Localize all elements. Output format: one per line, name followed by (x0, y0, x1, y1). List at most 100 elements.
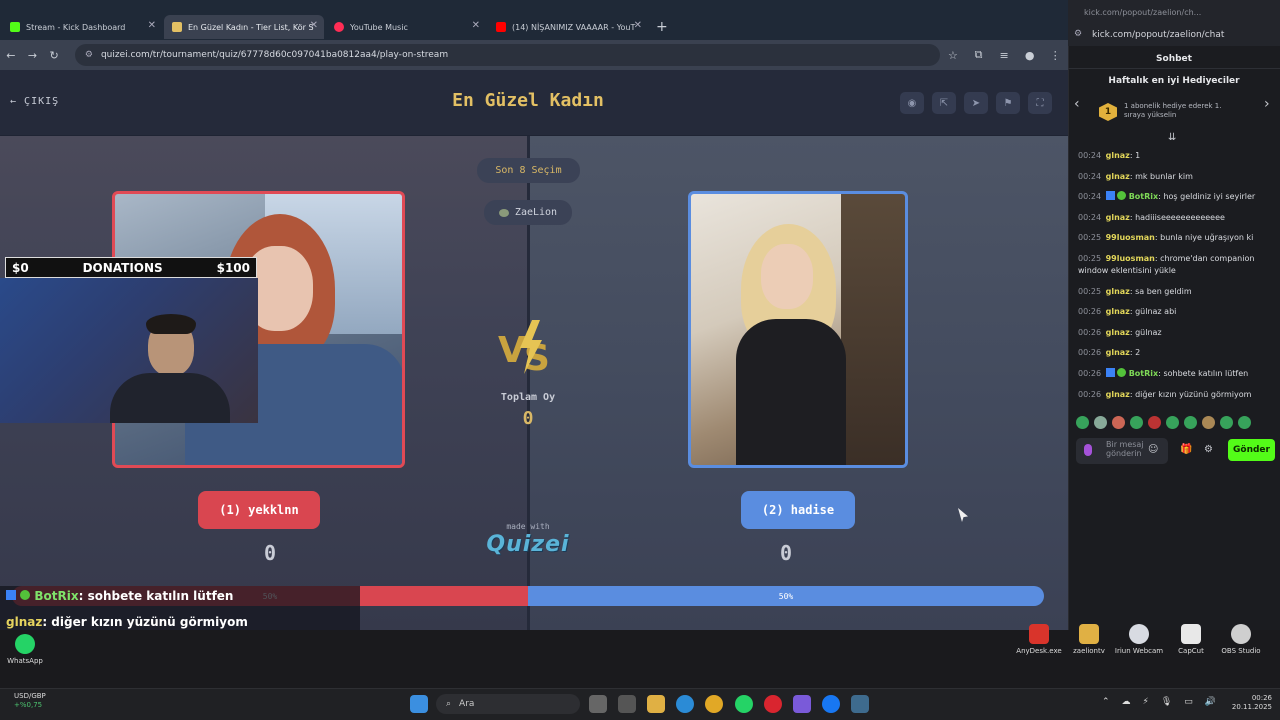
extensions-icon[interactable]: ⧉ (966, 48, 992, 62)
message-user[interactable]: 99luosman (1106, 254, 1155, 263)
emote-icon[interactable] (1148, 416, 1161, 429)
anydesk-desktop-icon[interactable]: AnyDesk.exe (1014, 624, 1064, 655)
facebook-icon[interactable] (822, 695, 840, 713)
emote-icon[interactable] (1238, 416, 1251, 429)
chevron-right-icon[interactable]: › (1264, 96, 1270, 112)
message-user[interactable]: glnaz (1106, 287, 1130, 296)
whatsapp-desktop-icon[interactable]: WhatsApp (0, 634, 50, 665)
message-text: bunla niye uğraşıyon ki (1160, 233, 1254, 243)
header-actions: ◉ ⇱ ➤ ⚑ ⛶ (900, 92, 1052, 114)
tune-icon[interactable]: ⚙ (1074, 29, 1082, 39)
pin-icon[interactable]: ⇊ (1168, 132, 1176, 143)
taskbar-search[interactable]: ⌕ Ara (436, 694, 580, 714)
stock-ticker[interactable]: USD/GBP +%0,75 (14, 692, 46, 710)
emote-icon[interactable] (1166, 416, 1179, 429)
message-text: hoş geldiniz iyi seyirler (1163, 192, 1256, 202)
emote-icon[interactable] (1184, 416, 1197, 429)
share-icon[interactable]: ⇱ (932, 92, 956, 114)
battery-icon[interactable]: ▭ (1184, 697, 1193, 707)
fullscreen-icon[interactable]: ⛶ (1028, 92, 1052, 114)
close-icon[interactable]: ✕ (310, 20, 318, 31)
chevron-left-icon[interactable]: ‹ (1074, 96, 1080, 112)
close-icon[interactable]: ✕ (472, 20, 480, 31)
vote-left-button[interactable]: (1) yekklnn (198, 491, 320, 529)
emote-icon[interactable] (1076, 416, 1089, 429)
message-time: 00:26 (1078, 307, 1102, 317)
iriun-desktop-icon[interactable]: Iriun Webcam (1114, 624, 1164, 655)
message-user[interactable]: BotRix (1129, 192, 1158, 201)
message-user[interactable]: glnaz (1106, 307, 1130, 316)
media-player-icon[interactable] (793, 695, 811, 713)
eye-icon[interactable]: ◉ (900, 92, 924, 114)
message-user[interactable]: 99luosman (1106, 233, 1155, 242)
emote-icon[interactable] (1130, 416, 1143, 429)
close-icon[interactable]: ✕ (634, 20, 642, 31)
volume-icon[interactable]: 🔊 (1205, 697, 1216, 707)
task-view-icon[interactable] (589, 695, 607, 713)
profile-icon[interactable]: ● (1017, 49, 1043, 62)
close-icon[interactable]: ✕ (148, 20, 156, 31)
forward-icon[interactable]: → (22, 49, 44, 62)
message-user[interactable]: glnaz (1106, 151, 1130, 160)
message-user[interactable]: glnaz (1106, 348, 1130, 357)
chat-message: 00:25 99luosman: chrome'dan companion wi… (1078, 253, 1255, 275)
whatsapp-taskbar-icon[interactable] (735, 695, 753, 713)
zaeliontv-desktop-icon[interactable]: zaeliontv (1064, 624, 1114, 655)
message-user[interactable]: glnaz (1106, 390, 1130, 399)
emote-icon[interactable] (1112, 416, 1125, 429)
chat-message: 00:24 BotRix: hoş geldiniz iyi seyirler (1078, 191, 1256, 202)
edge-icon[interactable] (676, 695, 694, 713)
file-explorer-icon[interactable] (647, 695, 665, 713)
message-user[interactable]: BotRix (1129, 369, 1158, 378)
chat-message: 00:25 glnaz: sa ben geldim (1078, 286, 1192, 296)
mic-icon[interactable] (1084, 444, 1092, 456)
gift-icon[interactable]: 🎁 (1180, 444, 1192, 455)
settings-icon[interactable]: ⚙ (1204, 444, 1213, 455)
back-icon[interactable]: ← (0, 49, 22, 62)
tab-quizei[interactable]: En Güzel Kadın - Tier List, Kör S ✕ (164, 15, 324, 39)
message-user[interactable]: glnaz (1106, 172, 1130, 181)
window-top-strip (0, 0, 1068, 14)
steam-icon[interactable] (851, 695, 869, 713)
network-icon[interactable]: ⚡ (1143, 697, 1149, 707)
send-icon[interactable]: ➤ (964, 92, 988, 114)
media-icon[interactable]: ≡ (991, 49, 1017, 62)
chevron-up-icon[interactable]: ⌃ (1102, 697, 1110, 707)
clock[interactable]: 00:26 20.11.2025 (1232, 694, 1272, 712)
vote-right-button[interactable]: (2) hadise (741, 491, 855, 529)
flag-icon[interactable]: ⚑ (996, 92, 1020, 114)
obs-desktop-icon[interactable]: OBS Studio (1216, 624, 1266, 655)
emote-icon[interactable] (1094, 416, 1107, 429)
tab-youtube[interactable]: (14) NİŞANIMIZ VAAAAR - YouT ✕ (488, 15, 648, 39)
chat-message: 00:24 glnaz: mk bunlar kim (1078, 171, 1193, 181)
reload-icon[interactable]: ↻ (43, 49, 65, 62)
emote-icon[interactable] (1202, 416, 1215, 429)
progress-right: 50% (528, 586, 1044, 606)
capcut-desktop-icon[interactable]: CapCut (1166, 624, 1216, 655)
menu-icon[interactable]: ⋮ (1042, 49, 1068, 62)
tab-youtube-music[interactable]: YouTube Music ✕ (326, 15, 486, 39)
tab-kick-dashboard[interactable]: Stream - Kick Dashboard ✕ (2, 15, 162, 39)
cloud-icon[interactable]: ☁ (1122, 697, 1131, 707)
start-icon[interactable] (410, 695, 428, 713)
quizei-logo[interactable]: Quizei (478, 532, 578, 557)
message-user[interactable]: glnaz (1106, 213, 1130, 222)
search-icon: ⌕ (446, 699, 452, 709)
opera-icon[interactable] (764, 695, 782, 713)
url-field[interactable]: ⚙ quizei.com/tr/tournament/quiz/67778d60c… (74, 44, 941, 66)
site-info-icon[interactable]: ⚙ (85, 50, 93, 60)
message-user[interactable]: glnaz (1106, 328, 1130, 337)
mic-tray-icon[interactable]: 🎙 (1161, 697, 1172, 707)
option-right-image[interactable] (688, 191, 908, 468)
send-button[interactable]: Gönder (1228, 439, 1275, 461)
new-tab-icon[interactable]: + (656, 19, 668, 35)
last-choices-button[interactable]: Son 8 Seçim (477, 158, 580, 183)
message-time: 00:26 (1078, 389, 1102, 399)
emoji-icon[interactable]: ☺ (1148, 444, 1158, 455)
bookmark-star-icon[interactable]: ☆ (940, 49, 966, 62)
chat-message: 00:26 glnaz: 2 (1078, 348, 1141, 358)
emote-icon[interactable] (1220, 416, 1233, 429)
store-icon[interactable] (618, 695, 636, 713)
chrome-icon[interactable] (705, 695, 723, 713)
message-text: chrome'dan companion window eklentisini … (1078, 253, 1255, 275)
